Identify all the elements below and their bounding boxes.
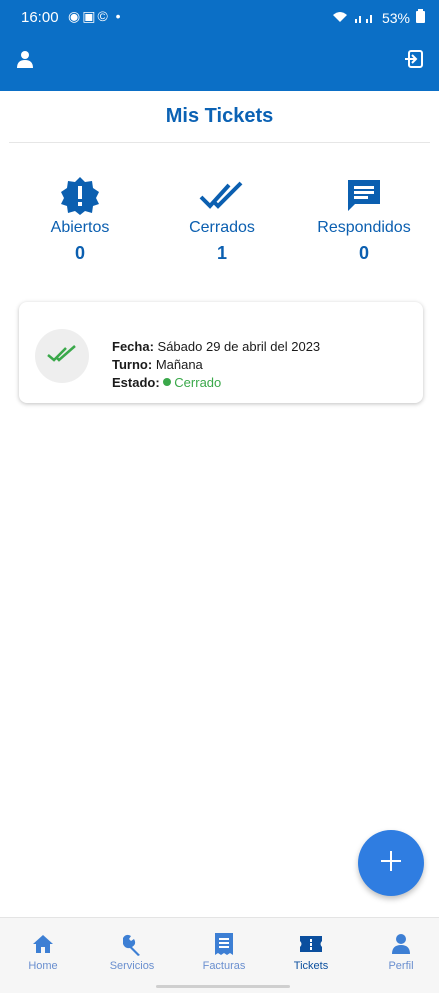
- stat-label: Respondidos: [317, 219, 411, 236]
- double-check-icon: [152, 175, 292, 217]
- ticket-details: Fecha: Sábado 29 de abril del 2023 Turno…: [112, 338, 320, 392]
- alert-badge-icon: [10, 175, 150, 217]
- status-time: 16:00: [21, 9, 59, 26]
- signal-icon: [354, 10, 376, 26]
- nav-label: Home: [28, 960, 58, 972]
- nav-label: Servicios: [109, 960, 155, 972]
- stat-label: Cerrados: [189, 219, 255, 236]
- stat-cerrados[interactable]: Cerrados 1: [152, 175, 292, 264]
- add-ticket-button[interactable]: [358, 830, 424, 896]
- fecha-label: Fecha:: [112, 339, 154, 354]
- nav-label: Facturas: [202, 960, 246, 972]
- nav-item-tickets[interactable]: Tickets: [271, 932, 351, 972]
- wrench-icon: [92, 932, 172, 956]
- stat-abiertos[interactable]: Abiertos 0: [10, 175, 150, 264]
- estado-label: Estado:: [112, 375, 160, 390]
- divider: [9, 142, 430, 143]
- status-right: 53%: [332, 9, 425, 26]
- battery-percent: 53%: [381, 9, 410, 26]
- battery-icon: [416, 9, 425, 26]
- receipt-icon: [184, 932, 264, 956]
- plus-icon: [380, 850, 402, 877]
- status-notification-icons: ◉▣© •: [68, 8, 123, 24]
- logout-icon[interactable]: [403, 48, 425, 70]
- home-icon: [3, 932, 83, 956]
- ticket-card[interactable]: Fecha: Sábado 29 de abril del 2023 Turno…: [19, 302, 423, 403]
- person-icon: [361, 932, 439, 956]
- chat-message-icon: [294, 175, 434, 217]
- nav-item-perfil[interactable]: Perfil: [361, 932, 439, 972]
- user-icon[interactable]: [16, 50, 34, 68]
- turno-value: Mañana: [155, 357, 203, 372]
- ticket-estado: Estado: Cerrado: [112, 374, 320, 392]
- ticket-turno: Turno: Mañana: [112, 356, 320, 374]
- fecha-value: Sábado 29 de abril del 2023: [157, 339, 321, 354]
- turno-label: Turno:: [112, 357, 153, 372]
- home-indicator: [156, 985, 290, 988]
- stat-respondidos[interactable]: Respondidos 0: [294, 175, 434, 264]
- estado-value: Cerrado: [174, 375, 222, 390]
- ticket-status-avatar: [35, 329, 89, 383]
- ticket-icon: [271, 932, 351, 956]
- stat-value: 1: [216, 243, 227, 263]
- double-check-icon: [47, 344, 77, 368]
- ticket-fecha: Fecha: Sábado 29 de abril del 2023: [112, 338, 320, 356]
- app-bar: 16:00 ◉▣© • 53%: [0, 0, 439, 91]
- nav-label: Perfil: [388, 960, 414, 972]
- nav-item-home[interactable]: Home: [3, 932, 83, 972]
- nav-label: Tickets: [293, 960, 329, 972]
- wifi-icon: [332, 10, 348, 26]
- bottom-nav: Home Servicios Facturas Tickets Perfil: [0, 917, 439, 993]
- nav-item-servicios[interactable]: Servicios: [92, 932, 172, 972]
- nav-item-facturas[interactable]: Facturas: [184, 932, 264, 972]
- stat-value: 0: [74, 243, 85, 263]
- status-dot-icon: [163, 378, 172, 386]
- stat-value: 0: [358, 243, 369, 263]
- stat-label: Abiertos: [50, 219, 110, 236]
- page-title: Mis Tickets: [165, 105, 274, 127]
